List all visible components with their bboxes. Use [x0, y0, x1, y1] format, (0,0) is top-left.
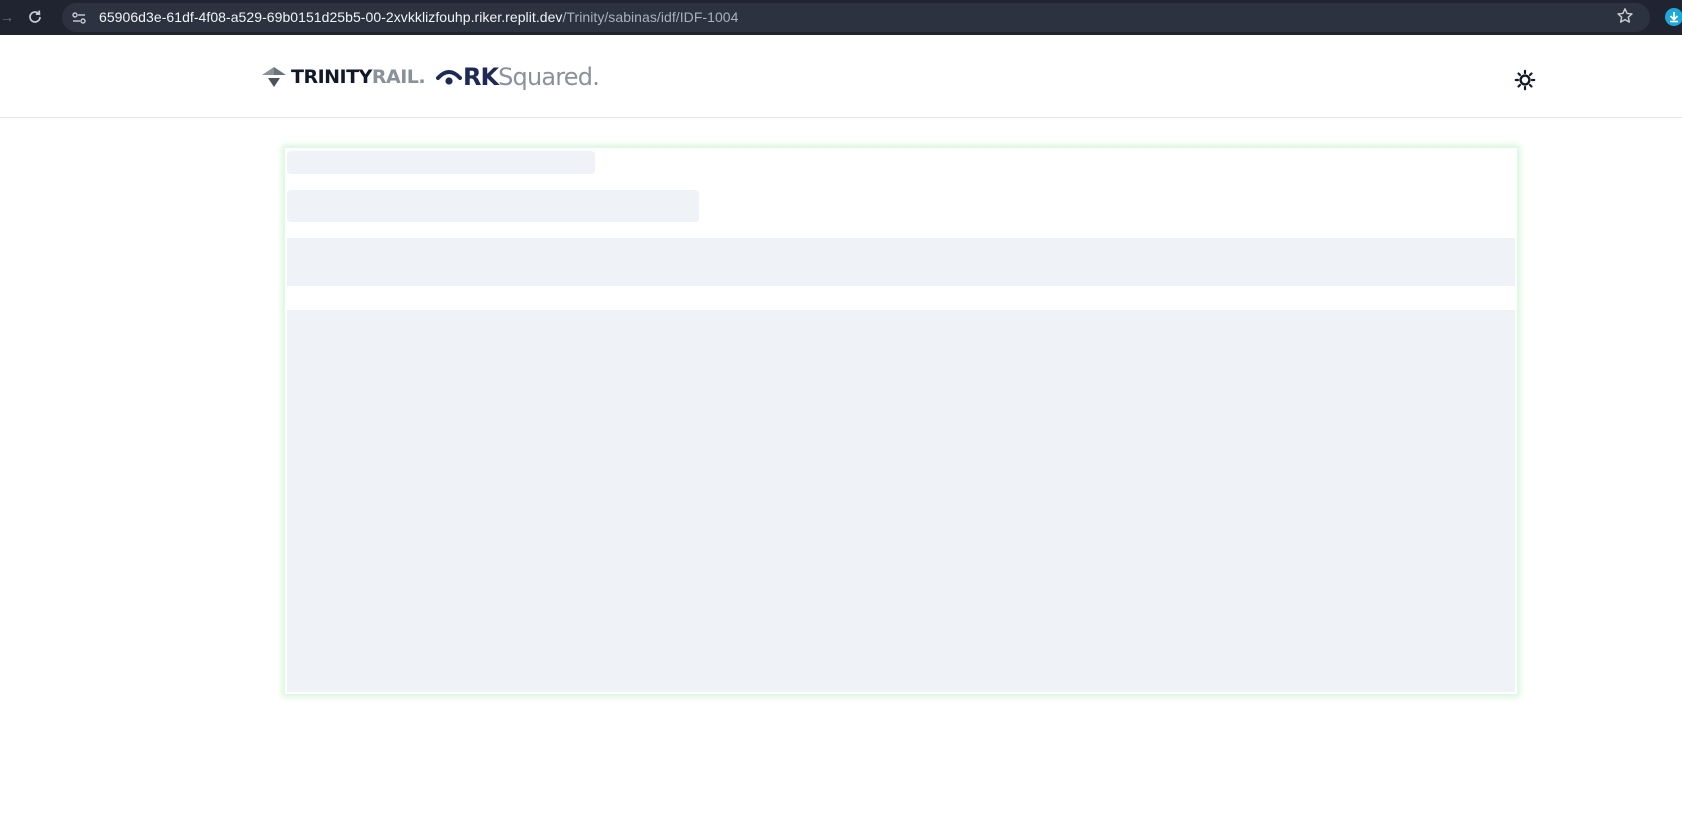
browser-toolbar: → 65906d3e-61df-4f08-a529-69b0151d25b5-0… — [0, 0, 1682, 35]
rk-wordmark: RKSquared. — [463, 63, 600, 91]
skeleton-content — [287, 310, 1515, 692]
sun-icon[interactable] — [1514, 69, 1536, 91]
app-header: TRINITYRAIL. RKSquared. — [0, 35, 1682, 118]
skeleton-subtitle — [287, 190, 699, 222]
reload-icon[interactable] — [26, 8, 44, 26]
trinityrail-logo[interactable]: TRINITYRAIL. — [261, 65, 426, 89]
loading-card — [284, 147, 1518, 695]
trinity-diamond-icon — [262, 67, 286, 87]
address-bar[interactable]: 65906d3e-61df-4f08-a529-69b0151d25b5-00-… — [62, 3, 1650, 32]
star-icon[interactable] — [1616, 7, 1634, 25]
skeleton-title — [287, 151, 595, 174]
download-icon[interactable] — [1664, 7, 1682, 27]
url-path: /Trinity/sabinas/idf/IDF-1004 — [562, 9, 739, 25]
skeleton-toolbar — [287, 238, 1515, 286]
url-host: 65906d3e-61df-4f08-a529-69b0151d25b5-00-… — [99, 9, 563, 25]
rksquared-logo[interactable]: RKSquared. — [436, 63, 600, 91]
site-settings-icon[interactable] — [70, 9, 88, 27]
rk-arc-icon — [436, 70, 462, 85]
back-arrow-icon[interactable]: → — [0, 9, 14, 25]
url-text[interactable]: 65906d3e-61df-4f08-a529-69b0151d25b5-00-… — [99, 9, 738, 26]
trinity-wordmark: TRINITYRAIL. — [291, 66, 426, 88]
